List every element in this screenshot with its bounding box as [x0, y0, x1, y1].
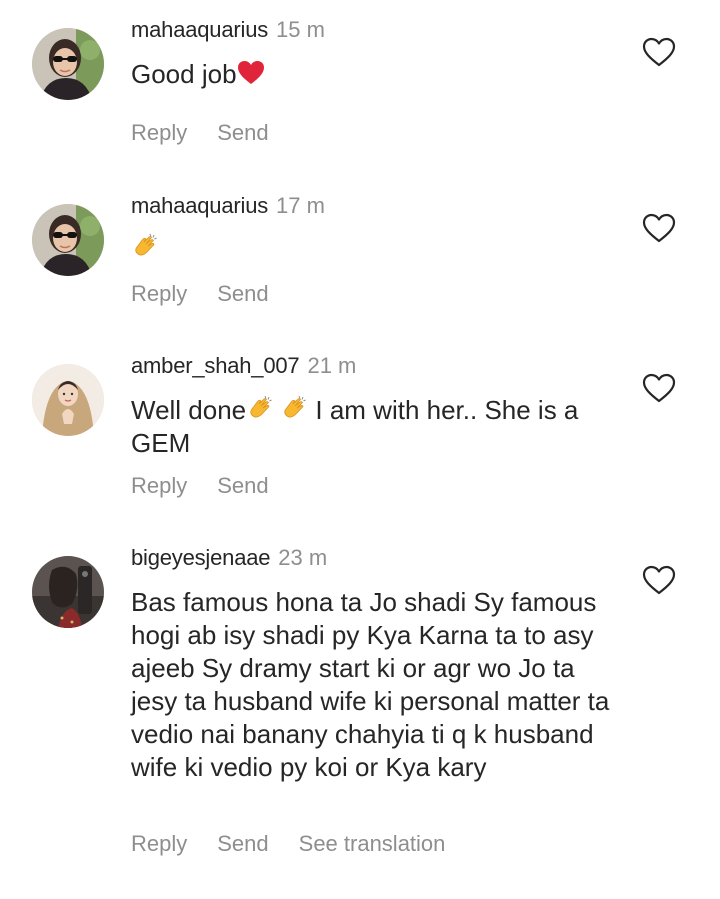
send-button[interactable]: Send	[217, 280, 268, 308]
username[interactable]: mahaaquarius	[131, 193, 268, 218]
comment-actions: Reply Send See translation	[131, 830, 475, 858]
comment-meta: bigeyesjenaae 23 m	[131, 544, 327, 572]
reply-button[interactable]: Reply	[131, 119, 187, 147]
reply-button[interactable]: Reply	[131, 472, 187, 500]
comment-actions: Reply Send	[131, 119, 299, 147]
like-heart-icon[interactable]	[642, 564, 676, 596]
send-button[interactable]: Send	[217, 472, 268, 500]
comment-actions: Reply Send	[131, 280, 299, 308]
username[interactable]: bigeyesjenaae	[131, 545, 270, 570]
comment-actions: Reply Send	[131, 472, 299, 500]
heart-emoji-icon	[237, 59, 265, 87]
timestamp: 15 m	[276, 17, 325, 42]
like-heart-icon[interactable]	[642, 212, 676, 244]
send-button[interactable]: Send	[217, 119, 268, 147]
username[interactable]: amber_shah_007	[131, 353, 300, 378]
timestamp: 21 m	[307, 353, 357, 378]
avatar[interactable]	[32, 364, 104, 436]
clapping-hands-emoji-icon	[280, 395, 308, 423]
reply-button[interactable]: Reply	[131, 830, 187, 858]
comment-text-body: Bas famous hona ta Jo shadi Sy famous ho…	[131, 587, 610, 782]
timestamp: 17 m	[276, 193, 325, 218]
send-button[interactable]: Send	[217, 830, 268, 858]
comment-text-body: Good job	[131, 59, 237, 89]
comment-meta: mahaaquarius 17 m	[131, 192, 325, 220]
comment-meta: mahaaquarius 15 m	[131, 16, 325, 44]
clapping-hands-emoji-icon	[246, 395, 274, 423]
comment-meta: amber_shah_007 21 m	[131, 352, 356, 380]
avatar[interactable]	[32, 28, 104, 100]
username[interactable]: mahaaquarius	[131, 17, 268, 42]
timestamp: 23 m	[278, 545, 328, 570]
reply-button[interactable]: Reply	[131, 280, 187, 308]
comment-text: Good job	[131, 58, 631, 91]
like-heart-icon[interactable]	[642, 372, 676, 404]
clapping-hands-emoji-icon	[131, 233, 159, 261]
avatar[interactable]	[32, 556, 104, 628]
comment-text-body: Well done	[131, 395, 247, 425]
comment-text: Bas famous hona ta Jo shadi Sy famous ho…	[131, 586, 621, 784]
avatar[interactable]	[32, 204, 104, 276]
like-heart-icon[interactable]	[642, 36, 676, 68]
comment-text	[131, 232, 631, 265]
see-translation-button[interactable]: See translation	[299, 830, 446, 858]
comment-text: Well done I am with her.. She is a GEM	[131, 394, 621, 460]
